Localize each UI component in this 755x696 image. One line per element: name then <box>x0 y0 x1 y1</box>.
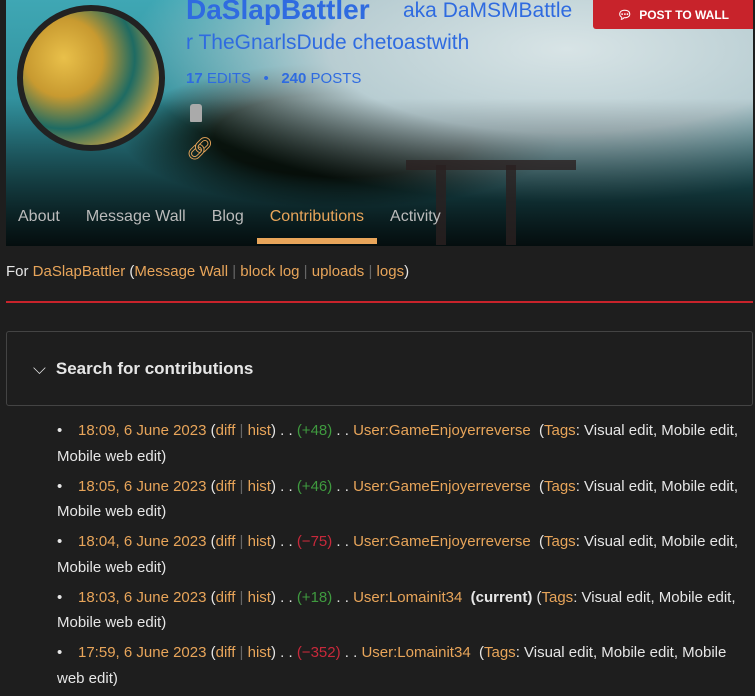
size-change: (−75) <box>296 533 333 550</box>
post-to-wall-label: POST TO WALL <box>639 7 729 22</box>
timestamp-link[interactable]: 18:03, 6 June 2023 <box>78 589 206 606</box>
banner-decoration <box>406 160 576 170</box>
search-contributions-label: Search for contributions <box>55 358 254 378</box>
tags-link[interactable]: Tags <box>484 644 516 661</box>
page-link[interactable]: User:Lomainit34 <box>361 644 470 661</box>
list-item: 18:03, 6 June 2023 (diff | hist) . . (+1… <box>57 585 755 636</box>
profile-aka-continued: r TheGnarlsDude chetoastwith <box>186 31 470 54</box>
size-change: (+48) <box>296 422 333 439</box>
profile-username: DaSlapBattler <box>186 0 370 25</box>
hist-link[interactable]: hist <box>248 422 271 439</box>
timestamp-link[interactable]: 17:59, 6 June 2023 <box>78 644 206 661</box>
uploads-link[interactable]: uploads <box>312 263 365 280</box>
user-link[interactable]: DaSlapBattler <box>33 263 126 280</box>
profile-stats: 17 EDITS • 240 POSTS <box>186 70 362 87</box>
link-icon[interactable]: 🔗︎ <box>186 136 214 162</box>
tags-link[interactable]: Tags <box>542 589 574 606</box>
tab-message-wall[interactable]: Message Wall <box>86 208 186 226</box>
moai-badge-icon <box>190 104 202 122</box>
tags-link[interactable]: Tags <box>544 478 576 495</box>
profile-aka: aka DaMSMBattle <box>403 0 573 22</box>
size-change: (+46) <box>296 477 333 495</box>
diff-link[interactable]: diff <box>216 589 236 606</box>
divider <box>6 301 753 303</box>
list-item: 18:05, 6 June 2023 (diff | hist) . . (+4… <box>57 474 755 525</box>
profile-tabs: About Message Wall Blog Contributions Ac… <box>18 208 467 244</box>
posts-label[interactable]: POSTS <box>311 70 362 87</box>
hist-link[interactable]: hist <box>248 533 271 550</box>
for-line: For DaSlapBattler (Message Wall | block … <box>6 263 410 280</box>
list-item: 18:09, 6 June 2023 (diff | hist) . . (+4… <box>57 418 755 469</box>
block-log-link[interactable]: block log <box>240 263 299 280</box>
diff-link[interactable]: diff <box>216 644 236 661</box>
post-to-wall-button[interactable]: 💬︎ POST TO WALL <box>593 0 753 29</box>
tags-link[interactable]: Tags <box>544 533 576 550</box>
timestamp-link[interactable]: 18:04, 6 June 2023 <box>78 533 206 550</box>
tab-activity[interactable]: Activity <box>390 208 441 226</box>
size-change: (−352) <box>296 644 341 661</box>
page-link[interactable]: User:GameEnjoyerreverse <box>353 533 531 550</box>
banner-decoration <box>506 165 516 245</box>
logs-link[interactable]: logs <box>377 263 405 280</box>
hist-link[interactable]: hist <box>248 589 271 606</box>
tab-contributions[interactable]: Contributions <box>256 208 378 244</box>
edits-label[interactable]: EDITS <box>207 70 251 87</box>
chevron-down-icon: ⌵ <box>33 358 46 378</box>
hist-link[interactable]: hist <box>248 644 271 661</box>
avatar[interactable] <box>17 5 165 151</box>
tab-blog[interactable]: Blog <box>212 208 244 226</box>
contributions-list: 18:09, 6 June 2023 (diff | hist) . . (+4… <box>57 418 755 696</box>
tags-link[interactable]: Tags <box>544 422 576 439</box>
for-prefix: For <box>6 263 29 280</box>
diff-link[interactable]: diff <box>216 533 236 550</box>
edits-count: 17 <box>186 70 203 87</box>
diff-link[interactable]: diff <box>216 478 236 495</box>
page-link[interactable]: User:GameEnjoyerreverse <box>353 422 531 439</box>
search-contributions-toggle[interactable]: ⌵ Search for contributions <box>6 331 753 406</box>
timestamp-link[interactable]: 18:05, 6 June 2023 <box>78 478 206 495</box>
banner-decoration <box>436 165 446 245</box>
timestamp-link[interactable]: 18:09, 6 June 2023 <box>78 422 206 439</box>
diff-link[interactable]: diff <box>216 422 236 439</box>
list-item: 17:59, 6 June 2023 (diff | hist) . . (−3… <box>57 640 755 691</box>
tab-about[interactable]: About <box>18 208 60 226</box>
current-badge: (current) <box>470 588 533 606</box>
posts-count: 240 <box>281 70 307 87</box>
page-link[interactable]: User:GameEnjoyerreverse <box>353 478 531 495</box>
page-link[interactable]: User:Lomainit34 <box>353 589 462 606</box>
size-change: (+18) <box>296 588 333 606</box>
list-item: 18:04, 6 June 2023 (diff | hist) . . (−7… <box>57 529 755 580</box>
speech-bubble-icon: 💬︎ <box>616 7 633 22</box>
hist-link[interactable]: hist <box>248 478 271 495</box>
message-wall-link[interactable]: Message Wall <box>134 263 228 280</box>
